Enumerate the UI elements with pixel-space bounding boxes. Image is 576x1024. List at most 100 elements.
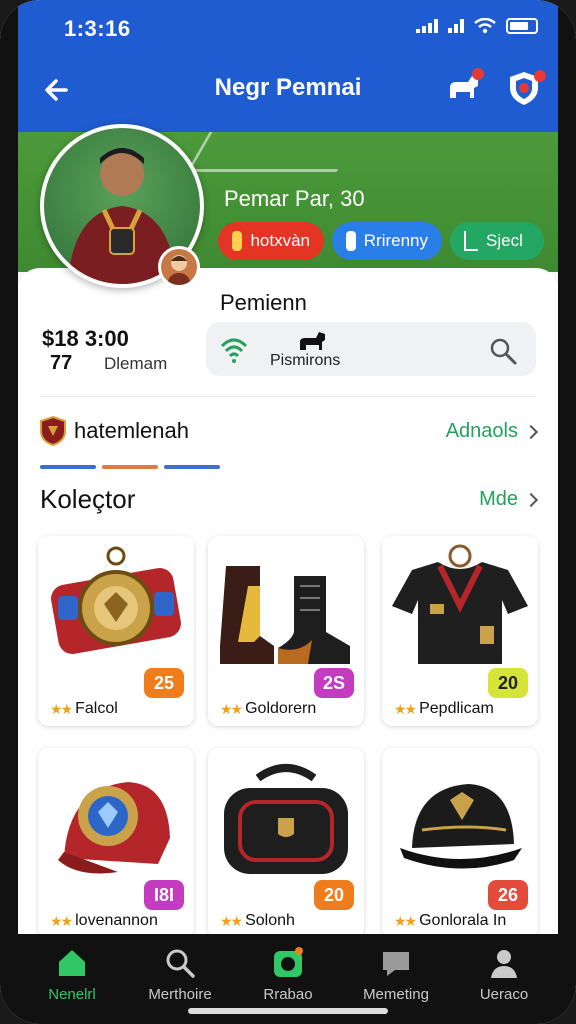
item-label-text: Falcol	[75, 700, 118, 717]
select-icon	[464, 231, 478, 251]
phone-screen: 1:3:16 Negr Pemnai Pemar Par, 30 hotxvàn…	[0, 0, 576, 1024]
pet-notification-button[interactable]	[444, 68, 484, 108]
nav-item-home[interactable]: Nenelrl	[24, 934, 120, 1024]
item-count: 20	[488, 668, 528, 698]
wifi-status-icon	[474, 18, 496, 34]
signal-bars-icon	[448, 19, 464, 33]
shield-button[interactable]	[504, 68, 546, 108]
item-label: ★★ Solonh	[220, 912, 295, 930]
pill-button-3[interactable]: Sjecl	[450, 222, 544, 260]
item-label-text: lovenannon	[75, 912, 158, 929]
item-count: 2S	[314, 668, 354, 698]
team-badge-icon	[40, 416, 66, 446]
pitch-marking	[186, 132, 360, 172]
item-label-text: Gonlorala In	[419, 912, 507, 929]
stars-icon: ★★	[50, 912, 73, 929]
status-bar: 1:3:16	[18, 0, 558, 56]
search-text: Pismirons	[270, 352, 341, 369]
badge-icon	[232, 231, 243, 251]
item-label: ★★ lovenannon	[50, 912, 158, 930]
chat-icon	[383, 952, 409, 976]
app-header: 1:3:16 Negr Pemnai	[18, 0, 558, 132]
collection-more-link[interactable]: Mde	[479, 488, 539, 511]
pill-button-1[interactable]: hotxvàn	[218, 222, 324, 260]
tab-bar-3[interactable]	[164, 465, 220, 469]
system-icons	[416, 18, 538, 34]
nav-item-profile[interactable]: Ueraco	[456, 934, 552, 1024]
item-label-text: Goldorern	[245, 700, 317, 717]
collection-more-label: Mde	[479, 488, 518, 510]
team-link[interactable]: Adnaols	[445, 420, 539, 443]
search-input[interactable]: Pismirons	[206, 322, 536, 376]
stars-icon: ★★	[50, 700, 73, 717]
collection-item[interactable]: 20 ★★ Solonh	[208, 748, 364, 938]
item-label: ★★ Pepdlicam	[394, 700, 494, 718]
jersey-icon	[392, 544, 528, 664]
tab-indicator	[40, 465, 220, 469]
pill-button-2[interactable]: Rrirenny	[332, 222, 442, 260]
team-name: hatemlenah	[74, 418, 189, 443]
pill-label-2: Rrirenny	[363, 231, 428, 250]
nav-label-profile: Ueraco	[479, 986, 529, 1003]
item-label-text: Solonh	[245, 912, 295, 929]
stars-icon: ★★	[394, 912, 417, 929]
collection-item[interactable]: 26 ★★ Gonlorala In	[382, 748, 538, 938]
collection-item[interactable]: I8I ★★ lovenannon	[38, 748, 194, 938]
battery-icon	[506, 18, 538, 34]
dog-icon	[300, 332, 325, 350]
item-label: ★★ Goldorern	[220, 700, 316, 718]
collection-item[interactable]: 20 ★★ Pepdlicam	[382, 536, 538, 726]
home-icon	[59, 950, 85, 976]
stat-count: 77	[50, 352, 73, 374]
card-icon	[346, 231, 356, 251]
stat-label: Dlemam	[104, 354, 168, 373]
collection-title: Koleçtor	[40, 484, 136, 514]
shield-alert-dot	[534, 70, 546, 82]
championship-belt-icon	[51, 546, 181, 655]
chevron-right-icon	[523, 424, 539, 439]
status-time: 1:3:16	[64, 16, 131, 41]
tab-bar-2[interactable]	[102, 465, 158, 469]
team-row[interactable]: hatemlenah Adnaols	[40, 414, 539, 450]
nav-label-search: Merthoire	[148, 986, 212, 1003]
player-name: Pemar Par, 30	[224, 186, 365, 211]
home-indicator	[188, 1008, 388, 1014]
stars-icon: ★★	[394, 700, 417, 717]
collection-item[interactable]: 25 ★★ Falcol	[38, 536, 194, 726]
red-cap-icon	[58, 782, 170, 874]
nav-label-camera: Rrabao	[263, 986, 313, 1003]
bag-icon	[224, 764, 348, 874]
item-count: 25	[144, 668, 184, 698]
divider	[40, 396, 536, 397]
search-icon	[166, 949, 195, 978]
item-count: 20	[314, 880, 354, 910]
black-cap-icon	[400, 784, 522, 869]
pill-label-3: Sjecl	[486, 231, 523, 250]
bezel-right	[558, 0, 576, 1024]
camera-icon	[274, 947, 303, 977]
item-label: ★★ Gonlorala In	[394, 912, 506, 930]
collection-item[interactable]: 2S ★★ Goldorern	[208, 536, 364, 726]
search-icon[interactable]	[488, 336, 518, 366]
section-title: Pemienn	[220, 290, 307, 315]
profile-icon	[491, 950, 517, 978]
item-count: I8I	[144, 880, 184, 910]
boots-icon	[220, 566, 350, 664]
secondary-avatar[interactable]	[158, 246, 200, 288]
tab-bar-1[interactable]	[40, 465, 96, 469]
bezel-left	[0, 0, 18, 1024]
item-label-text: Pepdlicam	[419, 700, 494, 717]
face-icon	[167, 255, 191, 285]
signal-icon	[416, 19, 438, 33]
pill-label-1: hotxvàn	[250, 231, 310, 250]
team-link-label: Adnaols	[445, 420, 518, 442]
nav-label-home: Nenelrl	[48, 986, 96, 1003]
item-label: ★★ Falcol	[50, 700, 118, 718]
chevron-right-icon	[523, 492, 539, 507]
stars-icon: ★★	[220, 912, 243, 929]
wifi-icon	[220, 338, 248, 363]
nav-label-chat: Memeting	[363, 986, 429, 1003]
item-count: 26	[488, 880, 528, 910]
app-bar: Negr Pemnai	[18, 64, 558, 116]
stars-icon: ★★	[220, 700, 243, 717]
